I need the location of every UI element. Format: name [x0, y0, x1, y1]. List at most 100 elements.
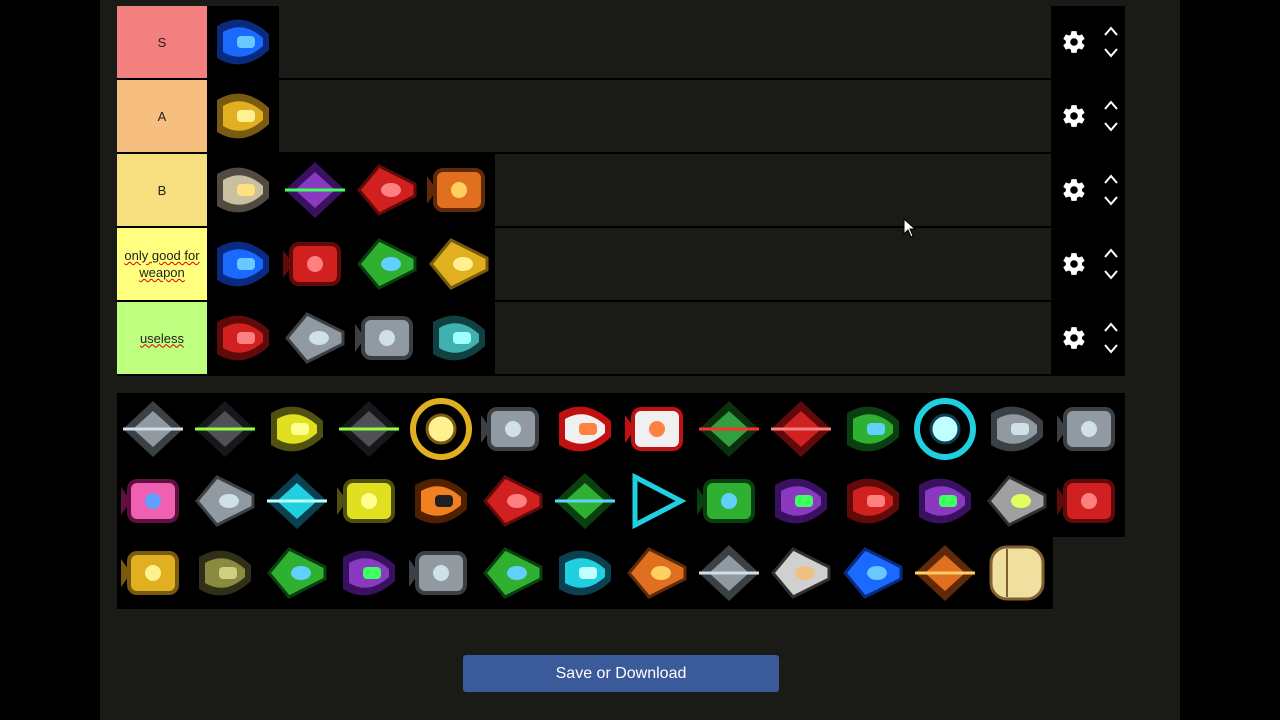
orange-fork-ship[interactable]	[621, 537, 693, 609]
unranked-pool	[117, 393, 1125, 609]
green-cyan-ship[interactable]	[351, 228, 423, 300]
tier-label-text: B	[157, 182, 167, 198]
tier-label[interactable]: only good for weapon	[117, 228, 207, 300]
red-white-ship[interactable]	[477, 465, 549, 537]
teal-arrow-ship[interactable]	[423, 302, 495, 374]
green-claw-ship[interactable]	[477, 537, 549, 609]
gold-ring-ship[interactable]	[405, 393, 477, 465]
cream-capsule[interactable]	[981, 537, 1053, 609]
tier-controls	[1051, 6, 1125, 78]
gear-icon[interactable]	[1061, 251, 1087, 277]
tier-label[interactable]: S	[117, 6, 207, 78]
blue-orb-ship[interactable]	[207, 6, 279, 78]
move-arrows	[1103, 25, 1119, 59]
tier-label[interactable]: A	[117, 80, 207, 152]
tier-items-dropzone[interactable]	[207, 302, 1051, 374]
grey-jet-ship[interactable]	[405, 537, 477, 609]
chevron-up-icon[interactable]	[1103, 173, 1119, 185]
tier-controls	[1051, 228, 1125, 300]
chevron-down-icon[interactable]	[1103, 269, 1119, 281]
tier-label-text: A	[157, 108, 167, 124]
gear-icon[interactable]	[1061, 177, 1087, 203]
blue-diamond-ship[interactable]	[837, 537, 909, 609]
cyan-triangle[interactable]	[621, 465, 693, 537]
red-mech-ship[interactable]	[351, 154, 423, 226]
tier-label[interactable]: B	[117, 154, 207, 226]
olive-tank-ship[interactable]	[189, 537, 261, 609]
chevron-up-icon[interactable]	[1103, 25, 1119, 37]
move-arrows	[1103, 321, 1119, 355]
tier-row-useless: useless	[117, 302, 1125, 376]
chevron-up-icon[interactable]	[1103, 247, 1119, 259]
chevron-down-icon[interactable]	[1103, 121, 1119, 133]
green-bug-ship[interactable]	[549, 465, 621, 537]
green-dome-ship[interactable]	[261, 537, 333, 609]
orange-crab-ship[interactable]	[423, 154, 495, 226]
chevron-down-icon[interactable]	[1103, 47, 1119, 59]
cyan-fork-ship[interactable]	[549, 537, 621, 609]
purple-claw-ship[interactable]	[765, 465, 837, 537]
chevron-up-icon[interactable]	[1103, 321, 1119, 333]
tier-items-dropzone[interactable]	[207, 228, 1051, 300]
yellow-claw-ship[interactable]	[261, 393, 333, 465]
tier-items-dropzone[interactable]	[207, 80, 1051, 152]
pink-fighter[interactable]	[117, 465, 189, 537]
gold-ship[interactable]	[207, 80, 279, 152]
rocket-ship[interactable]	[549, 393, 621, 465]
tier-items-dropzone[interactable]	[207, 154, 1051, 226]
tier-items-dropzone[interactable]	[207, 6, 1051, 78]
pool-row	[117, 465, 1125, 537]
gold-insect-ship[interactable]	[423, 228, 495, 300]
grey-dome-ship[interactable]	[279, 302, 351, 374]
grey-dome-ship-3[interactable]	[1053, 393, 1125, 465]
gear-icon[interactable]	[1061, 325, 1087, 351]
purple-spark-ship[interactable]	[333, 537, 405, 609]
pink-grey-ship[interactable]	[117, 393, 189, 465]
chevron-down-icon[interactable]	[1103, 343, 1119, 355]
skull-ship[interactable]	[981, 465, 1053, 537]
chevron-down-icon[interactable]	[1103, 195, 1119, 207]
gear-icon[interactable]	[1061, 29, 1087, 55]
medic-ship[interactable]	[693, 393, 765, 465]
tier-row-b: B	[117, 154, 1125, 228]
purple-dart-ship[interactable]	[909, 465, 981, 537]
save-download-button[interactable]: Save or Download	[463, 655, 779, 692]
gear-icon[interactable]	[1061, 103, 1087, 129]
move-arrows	[1103, 247, 1119, 281]
chevron-up-icon[interactable]	[1103, 99, 1119, 111]
rocket-flame[interactable]	[621, 393, 693, 465]
yellow-barrel-ship[interactable]	[333, 465, 405, 537]
green-mech-ship[interactable]	[693, 465, 765, 537]
tier-row-s: S	[117, 6, 1125, 80]
grey-dome-ship-2[interactable]	[981, 393, 1053, 465]
grey-block-ship[interactable]	[351, 302, 423, 374]
purple-fin-ship[interactable]	[279, 154, 351, 226]
red-rocket-ship[interactable]	[207, 302, 279, 374]
blue-armor-ship[interactable]	[207, 228, 279, 300]
red-wing-ship[interactable]	[1053, 465, 1125, 537]
red-fortress-ship[interactable]	[765, 393, 837, 465]
red-bug-ship[interactable]	[837, 465, 909, 537]
grey-mech-ship[interactable]	[477, 393, 549, 465]
tier-label-text: S	[157, 34, 167, 50]
red-hook-ship[interactable]	[279, 228, 351, 300]
tier-controls	[1051, 80, 1125, 152]
dark-jet-ship[interactable]	[189, 393, 261, 465]
grey-dome-ship-4[interactable]	[693, 537, 765, 609]
dark-bat-ship[interactable]	[333, 393, 405, 465]
tier-controls	[1051, 154, 1125, 226]
cyan-crab-ship[interactable]	[261, 465, 333, 537]
bone-ship[interactable]	[207, 154, 279, 226]
grey-wing-ship[interactable]	[189, 465, 261, 537]
orange-pod-ship[interactable]	[909, 537, 981, 609]
green-tank-ship[interactable]	[837, 393, 909, 465]
move-arrows	[1103, 173, 1119, 207]
pumpkin-ship[interactable]	[405, 465, 477, 537]
spider-ship[interactable]	[765, 537, 837, 609]
gold-cross-ship[interactable]	[117, 537, 189, 609]
tier-label[interactable]: useless	[117, 302, 207, 374]
tier-table: S A Bonly good for weapon useless	[117, 6, 1125, 376]
cyan-ring-ship[interactable]	[909, 393, 981, 465]
pool-row	[117, 393, 1125, 465]
pool-row	[117, 537, 1125, 609]
